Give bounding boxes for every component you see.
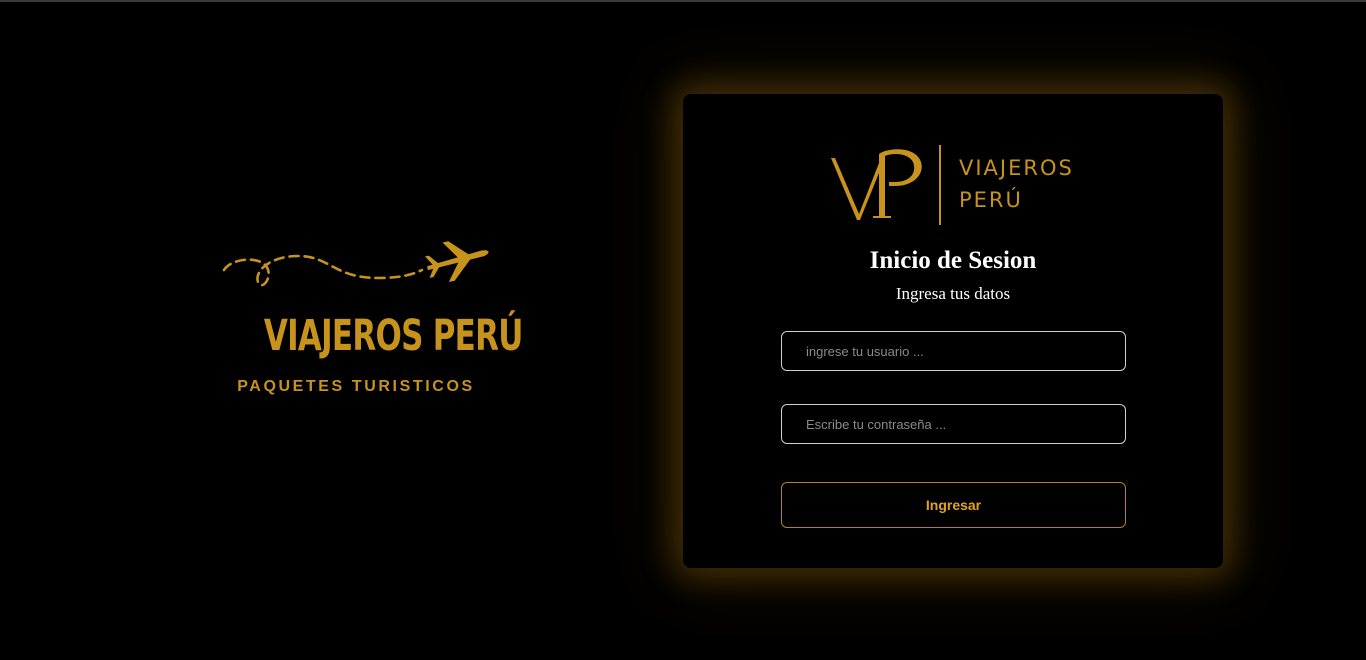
brand-logo: VIAJEROS PERÚ PAQUETES TURISTICOS <box>218 236 524 406</box>
login-title: Inicio de Sesion <box>869 247 1037 274</box>
airplane-icon <box>222 241 489 287</box>
brand-title: VIAJEROS PERÚ <box>263 311 524 361</box>
username-input[interactable] <box>781 331 1126 371</box>
login-subtitle: Ingresa tus datos <box>895 284 1011 303</box>
password-input[interactable] <box>781 404 1126 444</box>
login-card: VIAJEROS PERÚ Inicio de Sesion Ingresa t… <box>683 94 1223 568</box>
logo-word-viajeros: VIAJEROS <box>959 156 1074 180</box>
login-submit-button[interactable]: Ingresar <box>781 482 1126 528</box>
card-logo: VIAJEROS PERÚ <box>829 142 1089 226</box>
brand-subtitle: PAQUETES TURISTICOS <box>237 378 475 395</box>
window-top-edge <box>0 0 1366 2</box>
vp-monogram-logo <box>831 149 922 220</box>
logo-divider <box>939 145 941 225</box>
logo-word-peru: PERÚ <box>959 188 1023 212</box>
